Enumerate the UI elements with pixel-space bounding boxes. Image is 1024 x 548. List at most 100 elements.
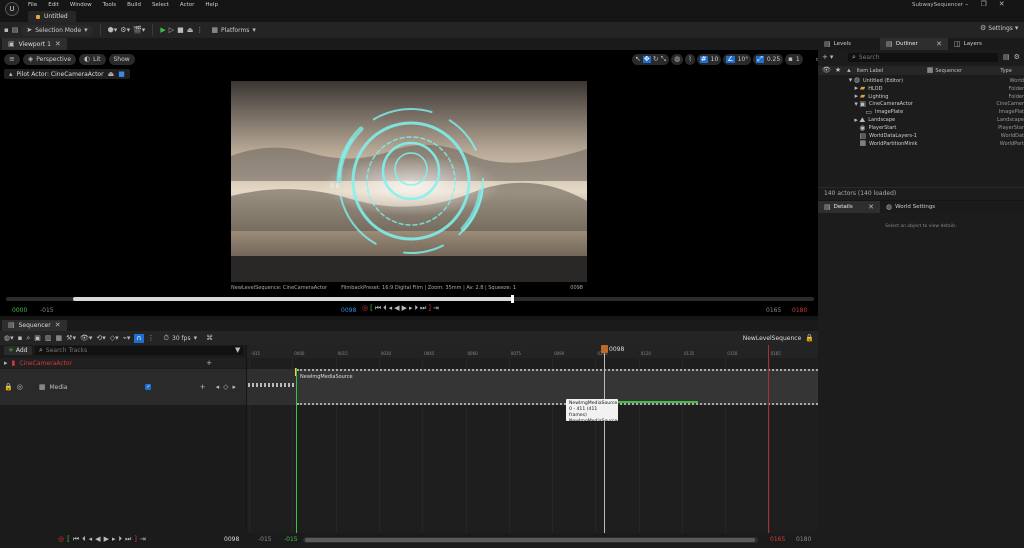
- close-icon[interactable]: ✕: [55, 322, 61, 329]
- column-type[interactable]: Type: [1000, 68, 1011, 74]
- prev-key-icon[interactable]: ⏴: [82, 536, 86, 543]
- sequence-name[interactable]: NewLevelSequence: [743, 335, 802, 342]
- prev-frame-icon[interactable]: ◂: [89, 536, 93, 543]
- add-subtrack-icon[interactable]: +: [206, 359, 212, 367]
- viewport-menu-button[interactable]: ≡: [4, 54, 20, 65]
- menu-tools[interactable]: Tools: [103, 2, 117, 8]
- next-key-icon[interactable]: ⏵: [118, 536, 122, 543]
- prev-frame-icon[interactable]: ◂: [389, 305, 393, 312]
- playhead-line[interactable]: [604, 345, 605, 533]
- menu-build[interactable]: Build: [127, 2, 141, 8]
- scrollbar-thumb[interactable]: [305, 538, 755, 542]
- track-row[interactable]: 🔒 ◎ ▦ Media ✓ + ◂ ◇ ▸: [0, 369, 246, 405]
- outliner-row[interactable]: ▤ WorldDataLayers-1 WorldDat: [818, 132, 1024, 140]
- jump-start-icon[interactable]: ⏮: [375, 305, 381, 312]
- close-icon[interactable]: ✕: [936, 40, 942, 48]
- cinematics-icon[interactable]: 🎬▾: [133, 26, 145, 34]
- filter-icon[interactable]: ▼: [235, 347, 240, 354]
- eject-icon[interactable]: ⏏: [187, 26, 194, 34]
- tab-sequencer[interactable]: ▤ Sequencer ✕: [2, 320, 67, 331]
- jump-end-icon[interactable]: ⏭: [125, 536, 131, 543]
- surface-snap-button[interactable]: ⌇: [685, 54, 695, 65]
- record-icon[interactable]: ◎: [58, 536, 64, 543]
- snap-icon[interactable]: ∩: [134, 333, 144, 343]
- perspective-button[interactable]: ◈ Perspective: [22, 54, 77, 65]
- close-icon[interactable]: ✕: [868, 203, 874, 211]
- transform-tools[interactable]: ↖ ✥ ↻ ⤡: [632, 54, 670, 65]
- play-reverse-icon[interactable]: ◀: [95, 536, 100, 543]
- clapper-icon[interactable]: ▦: [56, 334, 63, 342]
- timeline-scrollbar[interactable]: [303, 537, 758, 543]
- expand-icon[interactable]: ▸: [854, 116, 858, 124]
- camera-icon[interactable]: ▣: [34, 334, 41, 342]
- outliner-row[interactable]: ▸ ▰ HLOD Folder: [818, 85, 1024, 93]
- next-key-icon[interactable]: ⏵: [414, 305, 418, 312]
- tab-world-settings[interactable]: ◍ World Settings: [880, 201, 941, 213]
- world-icon[interactable]: ◍▾: [4, 334, 14, 342]
- checkbox-icon[interactable]: ✓: [145, 384, 152, 390]
- menu-window[interactable]: Window: [70, 2, 92, 8]
- camera-speed-button[interactable]: ▪ 1: [785, 54, 803, 65]
- curve-icon[interactable]: ⌁▾: [123, 334, 131, 342]
- outliner-row[interactable]: ▾ ▣ CineCameraActor CineCamer: [818, 100, 1024, 109]
- tab-viewport[interactable]: ▣ Viewport 1 ✕: [2, 38, 67, 50]
- media-section[interactable]: [297, 369, 818, 405]
- find-icon[interactable]: ⌕: [26, 334, 30, 342]
- column-item-label[interactable]: Item Label: [857, 68, 927, 74]
- menu-help[interactable]: Help: [205, 2, 218, 8]
- tab-outliner[interactable]: ▤ Outliner ✕: [880, 38, 948, 50]
- grid-snap-button[interactable]: #10: [696, 54, 722, 65]
- step-icon[interactable]: ▷: [169, 26, 174, 34]
- outliner-row[interactable]: ▸ ▰ Lighting Folder: [818, 93, 1024, 101]
- jump-end-icon[interactable]: ⏭: [420, 305, 426, 312]
- next-frame-icon[interactable]: ▸: [409, 305, 413, 312]
- menu-select[interactable]: Select: [152, 2, 169, 8]
- prev-key-icon[interactable]: ⏴: [383, 305, 387, 312]
- expand-icon[interactable]: ▸: [4, 359, 8, 367]
- play-options-icon[interactable]: ⋮: [196, 26, 203, 34]
- lit-button[interactable]: ◐ Lit: [79, 54, 106, 65]
- menu-actor[interactable]: Actor: [180, 2, 194, 8]
- eject-icon[interactable]: ⏏: [108, 70, 115, 78]
- play-reverse-icon[interactable]: ◀: [394, 305, 399, 312]
- camera-icon[interactable]: ■: [118, 70, 125, 78]
- outliner-row[interactable]: ▾ ◍ Untitled (Editor) World: [818, 77, 1024, 85]
- snap-options-icon[interactable]: ⋮: [148, 334, 155, 342]
- outliner-search-input[interactable]: ⌕ Search: [848, 53, 998, 62]
- menu-file[interactable]: File: [28, 2, 37, 8]
- lock-icon[interactable]: 🔒: [4, 383, 13, 391]
- add-key-icon[interactable]: ◇: [223, 383, 228, 391]
- scrubber-handle[interactable]: [511, 295, 514, 303]
- scale-snap-button[interactable]: ⤢ 0.25: [753, 54, 784, 65]
- world-local-button[interactable]: ◍: [671, 54, 684, 65]
- outliner-row[interactable]: ◉ PlayerStart PlayerStar: [818, 124, 1024, 132]
- track-search-input[interactable]: ⌕ Search Tracks: [35, 346, 243, 355]
- set-end-icon[interactable]: ]: [134, 536, 137, 543]
- track-row[interactable]: ▸ ▮ CineCameraActor +: [0, 358, 246, 368]
- minimize-icon[interactable]: –: [965, 1, 969, 8]
- view-icon[interactable]: 👁▾: [80, 334, 92, 342]
- next-key-icon[interactable]: ▸: [232, 383, 236, 391]
- play-icon[interactable]: ▶: [402, 305, 407, 312]
- content-browser-icon[interactable]: ▤: [12, 26, 19, 34]
- fps-button[interactable]: ⏱ 30 fps ▾: [159, 333, 203, 344]
- save-icon[interactable]: ▪: [4, 26, 9, 34]
- show-button[interactable]: Show: [108, 54, 135, 65]
- angle-snap-button[interactable]: ∠ 10°: [723, 54, 752, 65]
- lock-icon[interactable]: 🔒: [805, 334, 814, 342]
- key-icon[interactable]: ◇▾: [110, 334, 119, 342]
- menu-edit[interactable]: Edit: [48, 2, 59, 8]
- next-frame-icon[interactable]: ▸: [112, 536, 116, 543]
- outliner-row[interactable]: ▦ WorldPartitionMinik WorldPart: [818, 140, 1024, 148]
- add-section-icon[interactable]: +: [200, 383, 206, 391]
- set-end-icon[interactable]: ]: [428, 305, 431, 312]
- tab-layers[interactable]: ◫ Layers: [948, 38, 988, 50]
- tab-levels[interactable]: ▤ Levels: [818, 38, 880, 50]
- unreal-logo-icon[interactable]: U: [5, 2, 19, 16]
- outliner-row[interactable]: ▭ ImagePlate ImagePlat: [818, 108, 1024, 117]
- filter-icon[interactable]: ▤: [1003, 54, 1010, 61]
- close-icon[interactable]: ✕: [55, 40, 61, 48]
- set-start-icon[interactable]: [: [370, 305, 373, 312]
- playback-icon[interactable]: ⟲▾: [96, 334, 105, 342]
- eject-pilot-icon[interactable]: ▴: [9, 70, 13, 78]
